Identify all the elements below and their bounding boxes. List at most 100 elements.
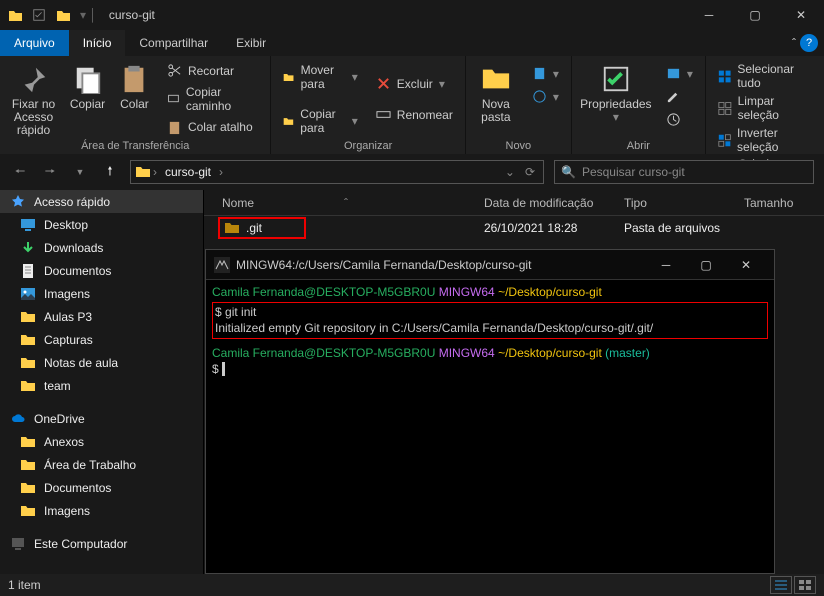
mingw-icon xyxy=(214,257,230,273)
easy-access-button[interactable]: ▾ xyxy=(528,87,563,106)
cut-button[interactable]: Recortar xyxy=(163,61,262,80)
copy-button[interactable]: Copiar xyxy=(69,60,106,138)
minimize-button[interactable]: ─ xyxy=(686,0,732,30)
folder-icon xyxy=(224,220,240,236)
status-bar: 1 item xyxy=(0,574,824,596)
terminal-maximize-button[interactable]: ▢ xyxy=(686,250,726,280)
file-name: .git xyxy=(246,221,262,235)
folder-icon xyxy=(135,164,151,180)
view-large-icons-button[interactable] xyxy=(794,576,816,594)
sidebar-item-downloads[interactable]: Downloads xyxy=(0,236,203,259)
sort-indicator-icon: ˆ xyxy=(344,196,348,210)
ribbon: Fixar no Acesso rápido Copiar Colar Reco… xyxy=(0,56,824,154)
column-headers[interactable]: Nome ˆ Data de modificação Tipo Tamanho xyxy=(204,190,824,216)
clear-selection-button[interactable]: Limpar seleção xyxy=(714,92,816,124)
search-placeholder: Pesquisar curso-git xyxy=(582,165,685,179)
sidebar-item-notas[interactable]: Notas de aula xyxy=(0,351,203,374)
terminal-minimize-button[interactable]: ─ xyxy=(646,250,686,280)
file-type: Pasta de arquivos xyxy=(624,221,774,235)
group-new-label: Novo xyxy=(474,138,563,152)
sidebar-item-capturas[interactable]: Capturas xyxy=(0,328,203,351)
sidebar-item-anexos[interactable]: Anexos xyxy=(0,430,203,453)
terminal-title: MINGW64:/c/Users/Camila Fernanda/Desktop… xyxy=(236,258,531,272)
tab-compartilhar[interactable]: Compartilhar xyxy=(125,30,222,56)
nav-forward-button: 🠖 xyxy=(40,162,60,182)
annotation-highlight: $ git init Initialized empty Git reposit… xyxy=(212,302,768,338)
table-row[interactable]: .git 26/10/2021 18:28 Pasta de arquivos xyxy=(204,216,824,240)
close-button[interactable]: ✕ xyxy=(778,0,824,30)
terminal-titlebar[interactable]: MINGW64:/c/Users/Camila Fernanda/Desktop… xyxy=(206,250,774,280)
new-folder-button[interactable]: Nova pasta xyxy=(474,60,518,138)
new-item-button[interactable]: ▾ xyxy=(528,64,563,83)
qat-props-icon[interactable] xyxy=(32,8,46,22)
sidebar-quick-access[interactable]: Acesso rápido xyxy=(0,190,203,213)
tab-exibir[interactable]: Exibir xyxy=(222,30,280,56)
breadcrumb[interactable]: › curso-git › ⌄ ⟳ xyxy=(130,160,544,184)
search-icon: 🔍 xyxy=(561,165,576,179)
file-date: 26/10/2021 18:28 xyxy=(484,221,624,235)
group-clipboard-label: Área de Transferência xyxy=(8,138,262,152)
sidebar-item-documents[interactable]: Documentos xyxy=(0,259,203,282)
nav-recent-button[interactable]: ▼ xyxy=(70,162,90,182)
window-titlebar: ▾ │ curso-git ─ ▢ ✕ xyxy=(0,0,824,30)
edit-button[interactable] xyxy=(662,87,697,106)
nav-up-button[interactable]: 🠕 xyxy=(100,162,120,182)
address-dropdown-icon[interactable]: ⌄ xyxy=(505,165,515,179)
sidebar: Acesso rápido Desktop Downloads Document… xyxy=(0,190,204,574)
sidebar-item-aulas[interactable]: Aulas P3 xyxy=(0,305,203,328)
col-date[interactable]: Data de modificação xyxy=(484,196,624,210)
folder-icon xyxy=(56,8,70,22)
paste-button[interactable]: Colar xyxy=(116,60,153,138)
search-input[interactable]: 🔍 Pesquisar curso-git xyxy=(554,160,814,184)
paste-shortcut-button[interactable]: Colar atalho xyxy=(163,118,262,137)
tab-arquivo[interactable]: Arquivo xyxy=(0,30,69,56)
breadcrumb-item[interactable]: curso-git xyxy=(159,165,217,179)
rename-button[interactable]: Renomear xyxy=(372,105,457,124)
open-button[interactable]: ▾ xyxy=(662,64,697,83)
terminal-body[interactable]: Camila Fernanda@DESKTOP-M5GBR0U MINGW64 … xyxy=(206,280,774,573)
sidebar-item-images[interactable]: Imagens xyxy=(0,282,203,305)
help-button[interactable]: ? xyxy=(800,34,818,52)
status-item-count: 1 item xyxy=(8,578,41,592)
collapse-ribbon-icon[interactable]: ˆ xyxy=(792,36,796,50)
view-details-button[interactable] xyxy=(770,576,792,594)
history-button[interactable] xyxy=(662,110,697,129)
properties-button[interactable]: Propriedades ▾ xyxy=(580,60,652,138)
select-all-button[interactable]: Selecionar tudo xyxy=(714,60,816,92)
delete-button[interactable]: Excluir ▾ xyxy=(372,74,457,93)
terminal-line: $ xyxy=(212,361,768,377)
terminal-window: MINGW64:/c/Users/Camila Fernanda/Desktop… xyxy=(205,249,775,574)
sidebar-item-desktop[interactable]: Desktop xyxy=(0,213,203,236)
group-open-label: Abrir xyxy=(580,138,697,152)
sidebar-item-documentos2[interactable]: Documentos xyxy=(0,476,203,499)
col-type[interactable]: Tipo xyxy=(624,196,744,210)
copy-to-button[interactable]: Copiar para ▾ xyxy=(279,105,361,137)
annotation-highlight: .git xyxy=(218,217,306,239)
invert-selection-button[interactable]: Inverter seleção xyxy=(714,124,816,156)
maximize-button[interactable]: ▢ xyxy=(732,0,778,30)
sidebar-onedrive[interactable]: OneDrive xyxy=(0,407,203,430)
folder-icon xyxy=(8,8,22,22)
terminal-close-button[interactable]: ✕ xyxy=(726,250,766,280)
sidebar-this-pc[interactable]: Este Computador xyxy=(0,532,203,555)
sidebar-item-imagens2[interactable]: Imagens xyxy=(0,499,203,522)
terminal-line: Camila Fernanda@DESKTOP-M5GBR0U MINGW64 … xyxy=(212,284,768,300)
terminal-line: Initialized empty Git repository in C:/U… xyxy=(215,320,765,336)
nav-back-button[interactable]: 🠔 xyxy=(10,162,30,182)
copy-path-button[interactable]: Copiar caminho xyxy=(163,83,262,115)
terminal-cursor xyxy=(222,362,225,376)
group-organize-label: Organizar xyxy=(279,138,456,152)
tab-inicio[interactable]: Início xyxy=(69,30,126,56)
sidebar-item-area[interactable]: Área de Trabalho xyxy=(0,453,203,476)
terminal-line: Camila Fernanda@DESKTOP-M5GBR0U MINGW64 … xyxy=(212,345,768,361)
col-size[interactable]: Tamanho xyxy=(744,196,824,210)
pin-quick-access-button[interactable]: Fixar no Acesso rápido xyxy=(8,60,59,138)
window-title: curso-git xyxy=(105,8,155,22)
chevron-right-icon[interactable]: › xyxy=(151,165,159,179)
refresh-icon[interactable]: ⟳ xyxy=(525,165,535,179)
chevron-right-icon[interactable]: › xyxy=(217,165,225,179)
sidebar-item-team[interactable]: team xyxy=(0,374,203,397)
address-bar: 🠔 🠖 ▼ 🠕 › curso-git › ⌄ ⟳ 🔍 Pesquisar cu… xyxy=(0,154,824,190)
col-name[interactable]: Nome xyxy=(222,196,254,210)
move-to-button[interactable]: Mover para ▾ xyxy=(279,61,361,93)
